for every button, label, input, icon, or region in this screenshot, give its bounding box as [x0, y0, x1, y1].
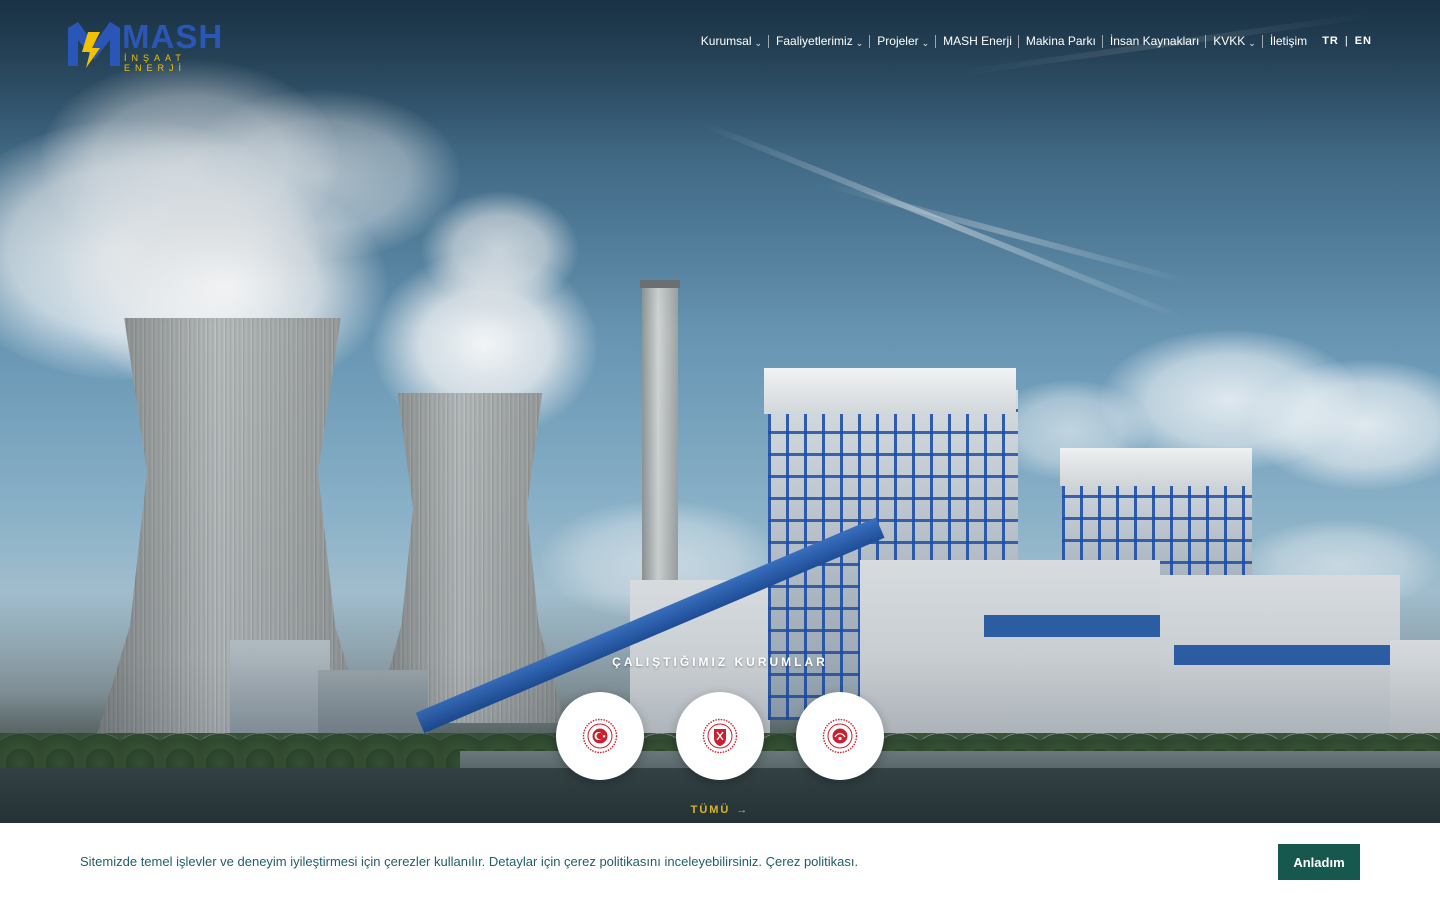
cloud-wisp: [698, 120, 1184, 321]
chimney: [640, 280, 680, 610]
partner-logo[interactable]: [556, 692, 644, 780]
nav-label: Projeler: [877, 34, 919, 48]
nav-label: KVKK: [1213, 34, 1246, 48]
nav-label: Makina Parkı: [1025, 34, 1096, 48]
brand-name: MASH: [122, 18, 224, 55]
partners-list: [556, 692, 884, 780]
partner-logo[interactable]: [796, 692, 884, 780]
boiler-roof: [1060, 448, 1252, 486]
lang-en[interactable]: EN: [1355, 35, 1372, 47]
logo-mark-icon: [68, 22, 120, 68]
nav-item-projeler[interactable]: Projeler ⌄: [869, 32, 936, 50]
nav-label: Kurumsal: [700, 34, 752, 48]
brand-logo[interactable]: MASH İNŞAAT ENERJİ: [66, 16, 236, 73]
arrow-right-icon: →: [736, 804, 750, 816]
cookie-accept-button[interactable]: Anladım: [1278, 844, 1360, 880]
chevron-down-icon: ⌄: [921, 38, 930, 48]
chevron-down-icon: ⌄: [855, 38, 864, 48]
cookie-message: Sitemizde temel işlevler ve deneyim iyil…: [80, 853, 858, 871]
nav-label: Faaliyetlerimiz: [776, 34, 853, 48]
lang-tr[interactable]: TR: [1322, 35, 1339, 47]
chevron-down-icon: ⌄: [754, 38, 763, 48]
nav-item-kvkk[interactable]: KVKK ⌄: [1205, 32, 1263, 50]
cloud-wisp: [819, 180, 1188, 285]
main-nav: Kurumsal ⌄ Faaliyetlerimiz ⌄ Projeler ⌄ …: [694, 32, 1372, 50]
building-stripe: [984, 615, 1160, 637]
partner-logo[interactable]: [676, 692, 764, 780]
lang-separator: |: [1344, 35, 1349, 47]
brand-tagline: İNŞAAT ENERJİ: [124, 53, 187, 73]
partners-all-link-wrap: TÜMÜ →: [0, 800, 1440, 818]
nav-item-insan-kaynaklari[interactable]: İnsan Kaynakları: [1101, 32, 1206, 50]
government-seal-icon: [582, 718, 618, 754]
cookie-policy-link[interactable]: Çerez politikası.: [766, 854, 858, 869]
cookie-banner: Sitemizde temel işlevler ve deneyim iyil…: [0, 823, 1440, 900]
government-seal-icon: [702, 718, 738, 754]
language-switcher: TR | EN: [1322, 35, 1372, 47]
all-link-label: TÜMÜ: [690, 804, 731, 816]
nav-item-mash-enerji[interactable]: MASH Enerji: [935, 32, 1019, 50]
boiler-roof: [764, 368, 1016, 414]
nav-label: MASH Enerji: [943, 34, 1012, 48]
government-seal-icon: [822, 718, 858, 754]
all-partners-link[interactable]: TÜMÜ →: [691, 804, 750, 816]
nav-item-faaliyetlerimiz[interactable]: Faaliyetlerimiz ⌄: [768, 32, 870, 50]
site-header: MASH İNŞAAT ENERJİ Kurumsal ⌄ Faaliyetle…: [0, 0, 1440, 90]
nav-label: İnsan Kaynakları: [1109, 34, 1200, 48]
cookie-text: Sitemizde temel işlevler ve deneyim iyil…: [80, 854, 763, 869]
nav-label: İletişim: [1269, 34, 1308, 48]
nav-item-kurumsal[interactable]: Kurumsal ⌄: [694, 32, 769, 50]
partners-title: ÇALIŞTIĞIMIZ KURUMLAR: [612, 655, 828, 669]
nav-item-iletisim[interactable]: İletişim: [1261, 32, 1314, 50]
steam-plume: [420, 190, 580, 310]
nav-item-makina-parki[interactable]: Makina Parkı: [1017, 32, 1103, 50]
chevron-down-icon: ⌄: [1248, 38, 1256, 48]
